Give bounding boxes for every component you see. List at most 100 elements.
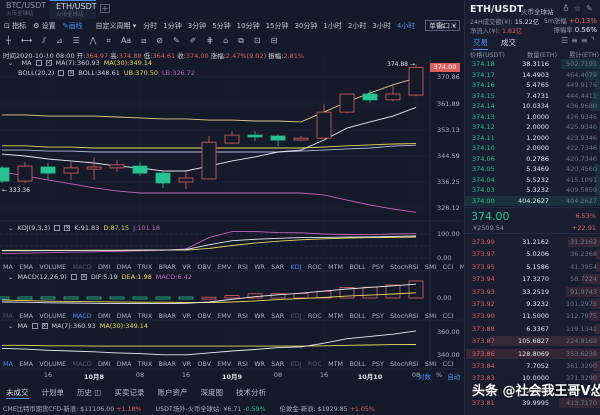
auto-scale-toggle[interactable]: 自动 xyxy=(447,371,460,381)
bid-row[interactable]: 373.84 7.7052 361.3290 xyxy=(465,361,600,371)
settings-icon[interactable] xyxy=(31,323,38,329)
candle-down[interactable] xyxy=(155,172,171,184)
ask-row[interactable]: 374.15 7.4731 444.4411 xyxy=(465,90,600,101)
indicator-tab-volume[interactable]: VOLUME xyxy=(39,312,66,320)
candle-up[interactable] xyxy=(316,111,332,139)
indicator-tab-emv[interactable]: EMV xyxy=(217,360,231,368)
indicator-tab-kdj[interactable]: KDJ xyxy=(291,263,302,271)
expand-icon[interactable]: ⌝ xyxy=(591,36,595,45)
settings-icon[interactable] xyxy=(54,225,61,231)
indicator-tab-ema[interactable]: EMA xyxy=(19,263,33,271)
candle-up[interactable] xyxy=(109,164,125,169)
bid-row[interactable]: 373.97 5.0206 36.2368 xyxy=(465,249,600,260)
collapse-icon[interactable]: ⌄ xyxy=(8,224,13,232)
candle-down[interactable] xyxy=(270,135,286,141)
indicator-tab-brar[interactable]: BRAR xyxy=(159,360,176,368)
candle-up[interactable] xyxy=(385,93,401,101)
indicator-tab-boll[interactable]: BOLL xyxy=(349,312,365,320)
indicator-tab-stochrsi[interactable]: StochRSI xyxy=(390,360,418,368)
indicator-tab-psy[interactable]: PSY xyxy=(372,312,384,320)
bid-row[interactable]: 373.94 17.3270 58.7224 xyxy=(465,274,600,285)
bottom-tab-0[interactable]: 未成交 xyxy=(6,387,29,399)
ask-row[interactable]: 374.18 38.3116 502.7195 xyxy=(465,59,600,69)
indicator-tab-ma[interactable]: MA xyxy=(3,312,13,320)
bottom-tab-1[interactable]: 计划单 xyxy=(42,387,65,399)
indicator-tab-wr[interactable]: WR xyxy=(254,263,265,271)
indicator-tab-dmi[interactable]: DMI xyxy=(98,263,110,271)
bid-row[interactable]: 373.90 11.5000 112.7975 xyxy=(465,311,600,322)
indicator-tab-dma[interactable]: DMA xyxy=(117,360,132,368)
indicator-tab-psy[interactable]: PSY xyxy=(372,263,384,271)
candle-up[interactable] xyxy=(293,137,309,141)
collapse-icon[interactable]: ⌄ xyxy=(8,322,13,330)
indicator-tab-boll[interactable]: BOLL xyxy=(349,263,365,271)
indicator-tab-rsi[interactable]: RSI xyxy=(238,360,248,368)
bid-row[interactable]: 373.87 105.6827 224.8169 xyxy=(465,336,600,347)
alert-icon[interactable]: ♁ xyxy=(563,4,569,13)
ask-row[interactable]: 374.03 5.3232 409.5859 xyxy=(465,185,600,195)
indicator-tab-rsi[interactable]: RSI xyxy=(238,263,248,271)
candle-down[interactable] xyxy=(132,165,148,174)
bid-row[interactable]: 373.92 9.3232 101.2975 xyxy=(465,299,600,309)
indicator-tab-dmi[interactable]: DMI xyxy=(98,360,110,368)
ask-row[interactable]: 374.10 2.0000 422.7346 xyxy=(465,143,600,153)
ask-row[interactable]: 374.14 10.0334 436.9680 xyxy=(465,101,600,111)
candle-up[interactable] xyxy=(201,141,217,180)
indicator-tab-cci[interactable]: CCI xyxy=(443,263,454,271)
close-icon[interactable]: × xyxy=(80,274,87,280)
bid-row[interactable]: 373.99 31.2162 31.2162 xyxy=(465,237,600,247)
bottom-tab-4[interactable]: 账户资产 xyxy=(157,387,187,399)
indicator-tab-mtm[interactable]: MTM xyxy=(328,263,343,271)
ask-row[interactable]: 374.06 0.2786 420.7346 xyxy=(465,154,600,164)
indicator-tab-wr[interactable]: WR xyxy=(254,360,265,368)
indicator-tab-roc[interactable]: ROC xyxy=(308,360,322,368)
ask-row[interactable]: 374.16 5.4765 449.9176 xyxy=(465,80,600,90)
indicator-tab-trix[interactable]: TRIX xyxy=(138,360,153,368)
bottom-tab-3[interactable]: 买卖记录 xyxy=(114,387,144,399)
indicator-tab-mtm[interactable]: MTM xyxy=(328,312,343,320)
indicator-tab-sar[interactable]: SAR xyxy=(271,360,284,368)
tab-trade[interactable]: 交易 xyxy=(473,37,488,50)
indicator-tab-brar[interactable]: BRAR xyxy=(159,312,176,320)
candle-up[interactable] xyxy=(86,166,102,170)
indicator-tab-psy[interactable]: PSY xyxy=(372,360,384,368)
indicator-tab-volume[interactable]: VOLUME xyxy=(39,263,66,271)
indicator-tab-sar[interactable]: SAR xyxy=(271,312,284,320)
indicator-tab-vr[interactable]: VR xyxy=(182,360,191,368)
indicator-tab-cci[interactable]: CCI xyxy=(443,360,454,368)
bottom-tab-6[interactable]: 技术分析 xyxy=(236,387,266,399)
indicator-tab-macd[interactable]: MACD xyxy=(72,312,91,320)
indicator-tab-macd[interactable]: MACD xyxy=(72,263,91,271)
candle-down[interactable] xyxy=(40,166,56,174)
indicator-tab-ma[interactable]: MA xyxy=(3,263,13,271)
ask-row[interactable]: 374.17 14.4903 464.4079 xyxy=(465,69,600,80)
ask-row[interactable]: 374.00 404.2627 404.2627 xyxy=(465,195,600,206)
bid-row[interactable]: 373.88 6.3367 119.1342 xyxy=(465,323,600,334)
indicator-tab-sar[interactable]: SAR xyxy=(271,263,284,271)
indicator-tab-vr[interactable]: VR xyxy=(182,263,191,271)
indicator-tab-roc[interactable]: ROC xyxy=(308,312,322,320)
ticker-item[interactable]: USDT场外-火币全球站: ¥6.71 -0.59% xyxy=(156,404,266,413)
list-bids-icon[interactable]: ≡ xyxy=(581,36,588,45)
close-icon[interactable]: × xyxy=(41,323,48,329)
indicator-tab-ema[interactable]: EMA xyxy=(19,360,33,368)
candle-up[interactable] xyxy=(178,177,194,183)
list-asks-icon[interactable]: ≡ xyxy=(571,36,578,45)
close-icon[interactable]: × xyxy=(64,225,71,231)
indicator-tab-dmi[interactable]: DMI xyxy=(98,312,110,320)
bid-row[interactable]: 373.81 39.9995 413.7170 xyxy=(465,398,600,409)
bottom-tab-5[interactable]: 深度图 xyxy=(200,387,223,399)
indicator-tab-kdj[interactable]: KDJ xyxy=(291,312,302,320)
indicator-tab-macd[interactable]: MACD xyxy=(72,360,91,368)
indicator-tab-kdj[interactable]: KDJ xyxy=(291,360,302,368)
indicator-tab-smi[interactable]: SMI xyxy=(425,360,436,368)
indicator-tab-boll[interactable]: BOLL xyxy=(349,360,365,368)
settings-icon[interactable] xyxy=(70,274,77,280)
indicator-tab-obv[interactable]: OBV xyxy=(197,312,211,320)
indicator-tab-stochrsi[interactable]: StochRSI xyxy=(390,263,418,271)
indicator-tab-trix[interactable]: TRIX xyxy=(138,312,153,320)
indicator-tab-obv[interactable]: OBV xyxy=(197,263,211,271)
bid-row[interactable]: 373.95 5.1586 41.3954 xyxy=(465,261,600,272)
bid-row[interactable]: 373.93 33.2519 91.9743 xyxy=(465,286,600,297)
indicator-tab-volume[interactable]: VOLUME xyxy=(39,360,66,368)
